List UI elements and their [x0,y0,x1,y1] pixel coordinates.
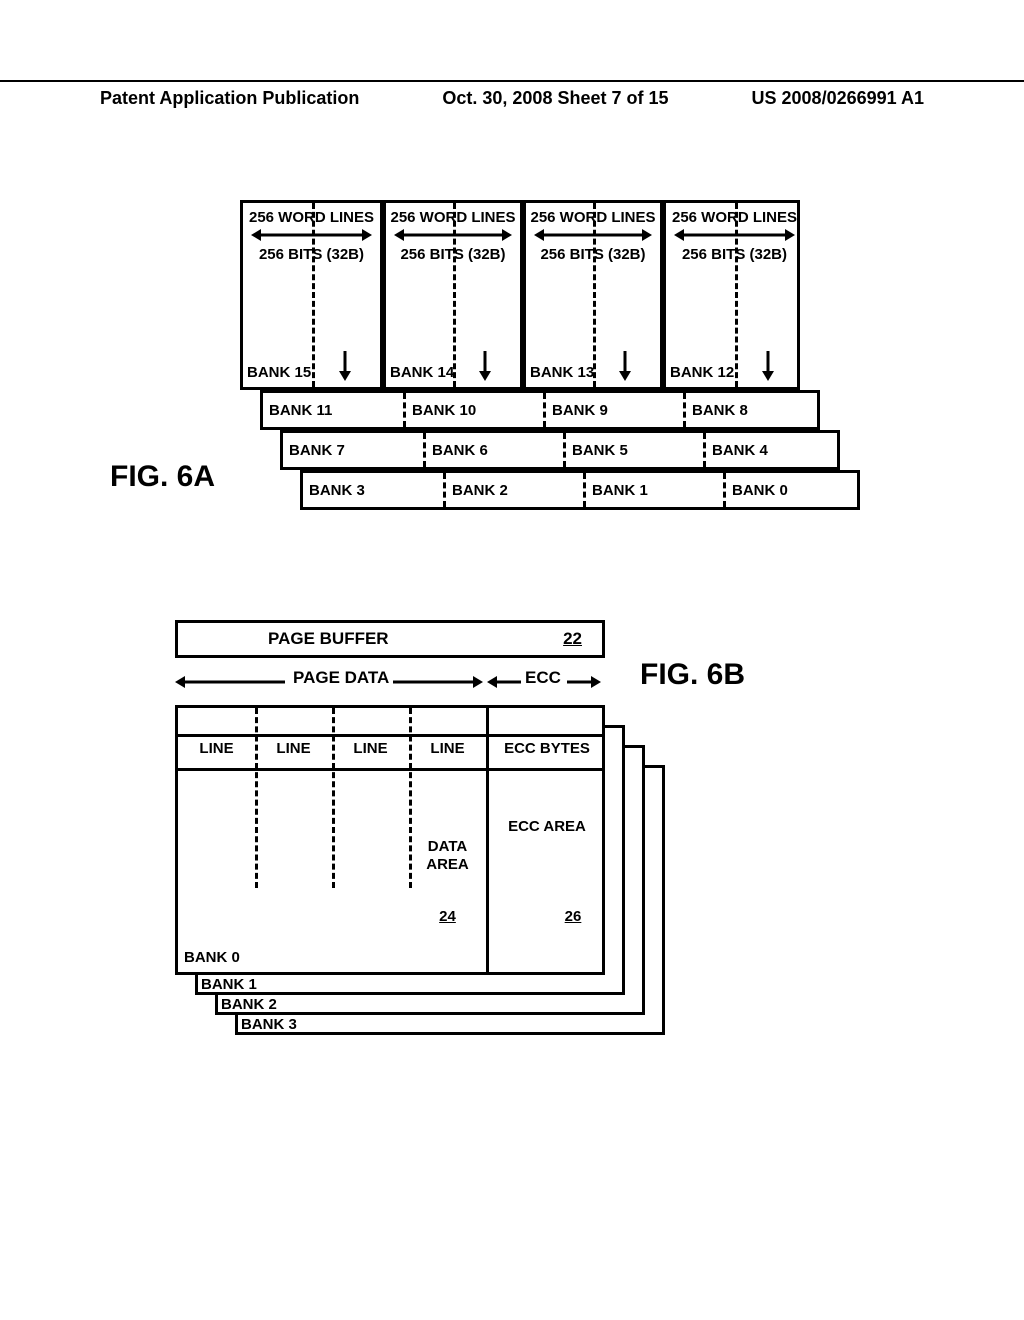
hdarrow-icon [674,228,795,242]
bank-label: BANK 3 [241,1016,297,1033]
bank-box-0: LINE LINE LINE LINE ECC BYTES DATA AREA … [175,705,605,975]
bank-label: BANK 7 [289,442,345,459]
ecc-area-label: ECC AREA [486,818,608,836]
header-mid: Oct. 30, 2008 Sheet 7 of 15 [442,88,668,109]
page-data-label: PAGE DATA [293,668,389,688]
page-buffer-label: PAGE BUFFER [268,629,389,649]
bank-label: BANK 9 [552,402,608,419]
line-label: LINE [178,740,255,757]
bank-label: BANK 5 [572,442,628,459]
bank-label: BANK 0 [184,949,240,966]
bank-label: BANK 0 [732,482,788,499]
bank-layer-top: 256 WORD LINES 256 BITS (32B) BANK 15 25… [240,200,800,390]
bank-label: BANK 2 [221,996,277,1013]
ecc-label: ECC [525,668,561,688]
figure-6a-label: FIG. 6A [110,460,215,494]
bank-label: BANK 2 [452,482,508,499]
line-label: LINE [332,740,409,757]
bank-layer-2: BANK 11 BANK 10 BANK 9 BANK 8 [260,390,820,430]
figure-6a: 256 WORD LINES 256 BITS (32B) BANK 15 25… [240,200,860,510]
line-label: LINE [255,740,332,757]
bank-label: BANK 1 [592,482,648,499]
bank-label: BANK 13 [530,364,594,381]
vdarrow-icon [338,351,352,381]
bank-label: BANK 10 [412,402,476,419]
arrow-right-icon [567,676,601,688]
vdarrow-icon [478,351,492,381]
bank-layer-3: BANK 7 BANK 6 BANK 5 BANK 4 [280,430,840,470]
bank-label: BANK 8 [692,402,748,419]
bank-label: BANK 15 [247,364,311,381]
vdarrow-icon [618,351,632,381]
page-buffer-box: PAGE BUFFER 22 [175,620,605,658]
bank-label: BANK 1 [201,976,257,993]
line-label: LINE [409,740,486,757]
hdarrow-icon [534,228,652,242]
page-buffer-ref: 22 [563,629,582,649]
ecc-bytes-label: ECC BYTES [486,740,608,757]
bank-label: BANK 14 [390,364,454,381]
arrow-left-icon [487,676,521,688]
arrow-left-icon [175,676,285,688]
data-area-ref: 24 [409,908,486,925]
vdarrow-icon [761,351,775,381]
header-left: Patent Application Publication [100,88,359,109]
bank-label: BANK 11 [269,402,332,419]
page-header: Patent Application Publication Oct. 30, … [0,80,1024,109]
header-right: US 2008/0266991 A1 [752,88,924,109]
bank-label: BANK 4 [712,442,768,459]
hdarrow-icon [394,228,512,242]
data-area-label: DATA AREA [409,838,486,874]
bank-label: BANK 3 [309,482,365,499]
hdarrow-icon [251,228,372,242]
bank-label: BANK 6 [432,442,488,459]
arrow-right-icon [393,676,483,688]
ecc-area-ref: 26 [548,908,598,925]
bank-layer-4: BANK 3 BANK 2 BANK 1 BANK 0 [300,470,860,510]
figure-6b: PAGE BUFFER 22 PAGE DATA ECC LINE LINE L… [175,620,835,1100]
page-data-ecc-row: PAGE DATA ECC [175,666,605,692]
bank-label: BANK 12 [670,364,734,381]
figure-6b-label: FIG. 6B [640,658,745,692]
